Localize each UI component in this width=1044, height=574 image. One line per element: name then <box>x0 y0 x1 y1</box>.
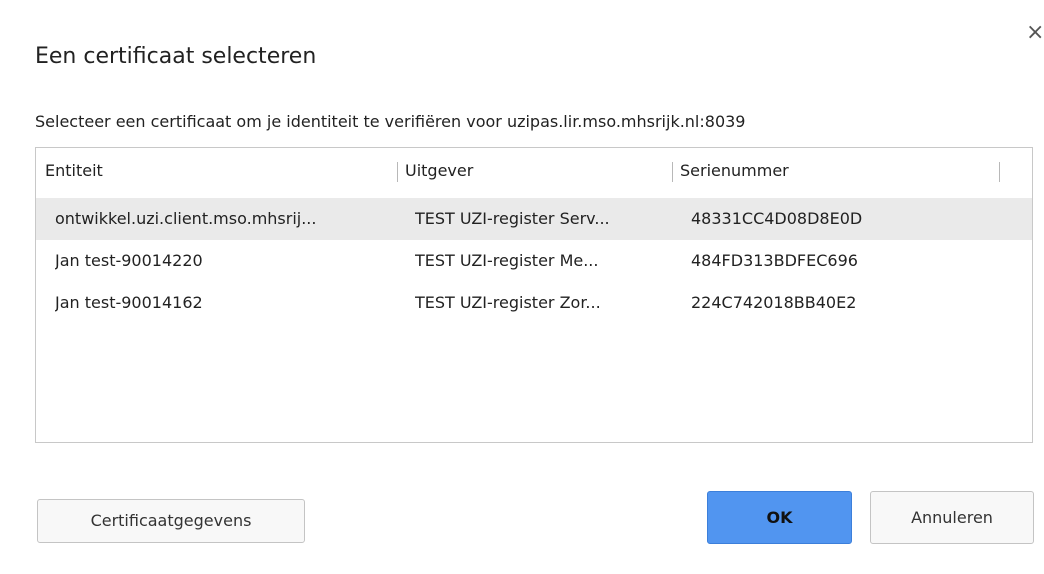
cell-issuer: TEST UZI-register Zor... <box>415 293 601 312</box>
cell-entity: Jan test-90014162 <box>55 293 203 312</box>
table-row[interactable]: ontwikkel.uzi.client.mso.mhsrij... TEST … <box>36 198 1032 240</box>
certificate-dialog: × Een certificaat selecteren Selecteer e… <box>0 0 1044 574</box>
close-icon[interactable]: × <box>1026 22 1044 44</box>
column-resize-handle[interactable] <box>397 162 398 182</box>
certificate-table: Entiteit Uitgever Serienummer ontwikkel.… <box>35 147 1033 443</box>
table-header: Entiteit Uitgever Serienummer <box>36 148 1032 194</box>
ok-button[interactable]: OK <box>707 491 852 544</box>
column-header-serienummer[interactable]: Serienummer <box>680 148 789 194</box>
certificate-details-button[interactable]: Certificaatgegevens <box>37 499 305 543</box>
cancel-button[interactable]: Annuleren <box>870 491 1034 544</box>
column-header-entiteit[interactable]: Entiteit <box>45 148 103 194</box>
cell-serial: 484FD313BDFEC696 <box>691 251 858 270</box>
column-resize-handle[interactable] <box>672 162 673 182</box>
cell-serial: 48331CC4D08D8E0D <box>691 209 863 228</box>
cell-entity: Jan test-90014220 <box>55 251 203 270</box>
cell-issuer: TEST UZI-register Me... <box>415 251 599 270</box>
table-row[interactable]: Jan test-90014162 TEST UZI-register Zor.… <box>36 282 1032 324</box>
dialog-title: Een certificaat selecteren <box>35 44 317 69</box>
column-resize-handle[interactable] <box>999 162 1000 182</box>
column-header-uitgever[interactable]: Uitgever <box>405 148 473 194</box>
dialog-subtitle: Selecteer een certificaat om je identite… <box>35 112 746 131</box>
cell-entity: ontwikkel.uzi.client.mso.mhsrij... <box>55 209 317 228</box>
cell-issuer: TEST UZI-register Serv... <box>415 209 610 228</box>
table-row[interactable]: Jan test-90014220 TEST UZI-register Me..… <box>36 240 1032 282</box>
cell-serial: 224C742018BB40E2 <box>691 293 857 312</box>
